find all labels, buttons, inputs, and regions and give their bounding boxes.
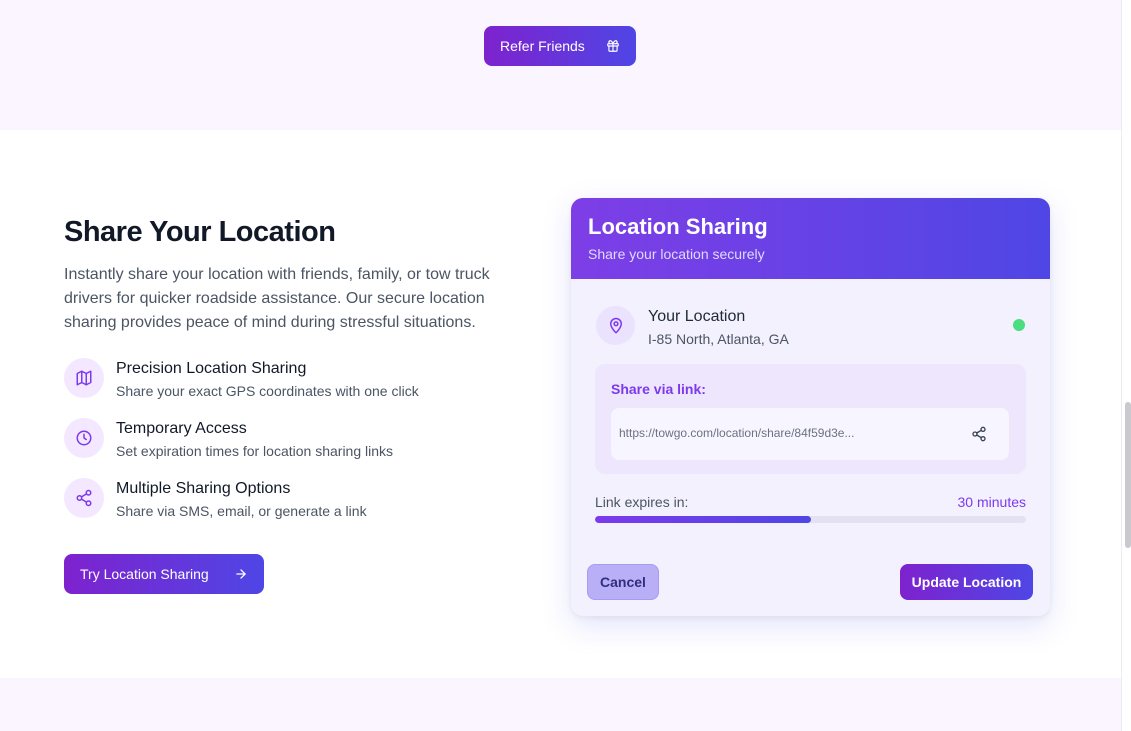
feature-title: Multiple Sharing Options (116, 480, 291, 497)
location-title: Your Location (648, 308, 746, 325)
feature-temporary-access: Temporary Access Set expiration times fo… (64, 418, 524, 462)
map-icon (64, 358, 104, 398)
try-location-sharing-button[interactable]: Try Location Sharing (64, 554, 264, 594)
feature-subtitle: Share your exact GPS coordinates with on… (116, 383, 419, 399)
feature-title: Precision Location Sharing (116, 360, 307, 377)
expires-label: Link expires in: (595, 494, 689, 510)
section-description: Instantly share your location with frien… (64, 266, 490, 331)
expiry-progress-fill (595, 516, 811, 523)
map-pin-icon (596, 306, 635, 345)
online-status-dot (1013, 319, 1025, 331)
feature-title: Temporary Access (116, 420, 247, 437)
update-location-button[interactable]: Update Location (900, 564, 1033, 600)
card-subtitle: Share your location securely (588, 246, 765, 262)
feature-subtitle: Share via SMS, email, or generate a link (116, 503, 367, 519)
scrollbar-thumb[interactable] (1125, 402, 1131, 548)
share-link-field[interactable]: https://towgo.com/location/share/84f59d3… (611, 408, 1009, 460)
card-title: Location Sharing (588, 214, 768, 239)
feature-subtitle: Set expiration times for location sharin… (116, 443, 394, 459)
location-sharing-card: Location Sharing Share your location sec… (571, 198, 1050, 616)
cancel-button[interactable]: Cancel (587, 564, 659, 600)
feature-precision-location: Precision Location Sharing Share your ex… (64, 358, 524, 402)
expires-value: 30 minutes (957, 494, 1026, 510)
share-link-url: https://towgo.com/location/share/84f59d3… (619, 426, 855, 440)
expiry-progress-bar (595, 516, 1026, 523)
share-icon (64, 478, 104, 518)
refer-friends-button[interactable]: Refer Friends (484, 26, 636, 66)
scrollbar-track[interactable] (1121, 0, 1131, 731)
share-link-panel: Share via link: https://towgo.com/locati… (595, 364, 1026, 474)
feature-multiple-sharing: Multiple Sharing Options Share via SMS, … (64, 478, 524, 522)
section-title: Share Your Location (64, 216, 336, 248)
refer-friends-label: Refer Friends (500, 38, 585, 54)
card-header: Location Sharing Share your location sec… (571, 198, 1050, 279)
share-link-label: Share via link: (611, 381, 706, 397)
try-location-sharing-label: Try Location Sharing (80, 566, 209, 582)
arrow-right-icon (234, 567, 248, 581)
bottom-band (0, 678, 1121, 731)
gift-icon (606, 39, 620, 53)
share-icon[interactable] (969, 424, 989, 444)
clock-icon (64, 418, 104, 458)
location-address: I-85 North, Atlanta, GA (648, 331, 789, 347)
